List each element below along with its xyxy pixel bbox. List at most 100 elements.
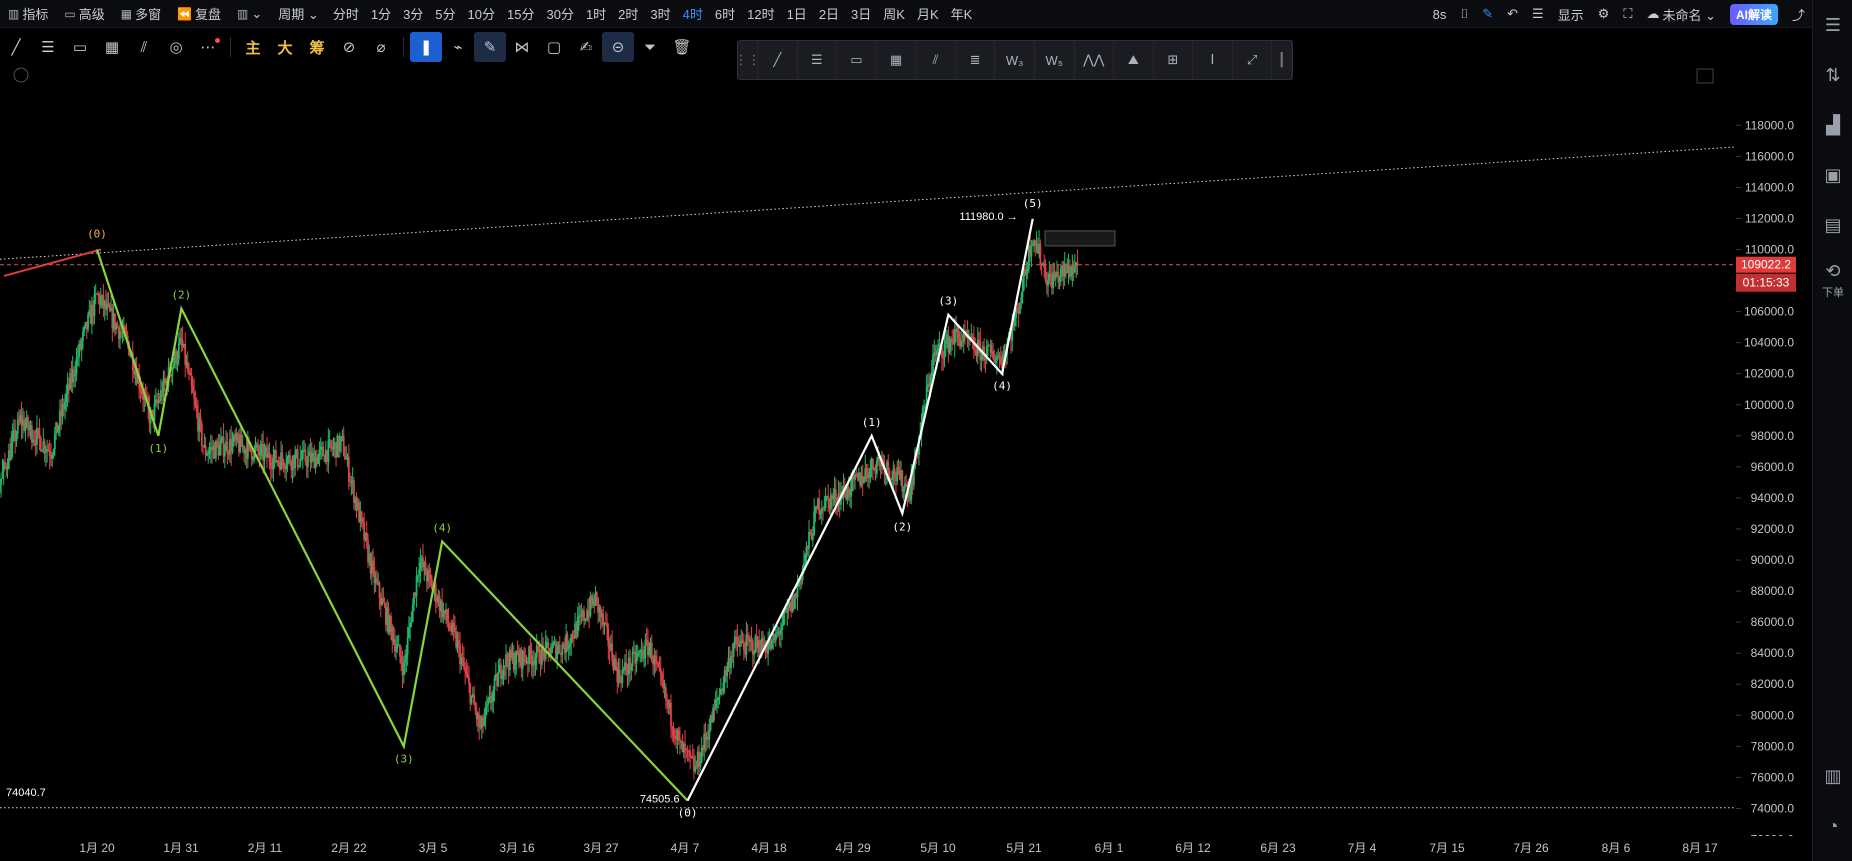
period-3[interactable]: 5分 bbox=[429, 0, 461, 28]
y-tick-label: 94000.0 bbox=[1751, 491, 1795, 505]
trash-icon[interactable]: 🗑 bbox=[666, 32, 698, 62]
advanced-button[interactable]: ▭ 高级 bbox=[56, 0, 112, 28]
candle-body bbox=[153, 403, 156, 421]
period-4[interactable]: 10分 bbox=[462, 0, 501, 28]
ruler-icon[interactable]: ⌁ bbox=[442, 32, 474, 62]
period-15[interactable]: 3日 bbox=[845, 0, 877, 28]
drawn-rectangle[interactable] bbox=[1044, 230, 1116, 247]
display-button[interactable]: 显示 bbox=[1551, 5, 1591, 24]
candle-body bbox=[1030, 245, 1033, 257]
ai-button[interactable]: AI解读 bbox=[1723, 3, 1785, 25]
candle-body bbox=[376, 578, 378, 583]
period-14[interactable]: 2日 bbox=[813, 0, 845, 28]
chart-type-button[interactable]: ▥ ⌄ bbox=[229, 0, 270, 28]
period-8[interactable]: 2时 bbox=[612, 0, 644, 28]
pen-icon[interactable]: ✎ bbox=[474, 32, 506, 62]
period-18[interactable]: 年K bbox=[945, 0, 979, 28]
candle-body bbox=[483, 718, 486, 726]
period-13[interactable]: 1日 bbox=[781, 0, 813, 28]
candle-body bbox=[741, 640, 744, 644]
headset-icon[interactable]: ◔ bbox=[1813, 801, 1852, 851]
maximize-icon[interactable] bbox=[1696, 68, 1714, 84]
settings-icon[interactable]: ⚙ bbox=[1591, 6, 1617, 22]
candle-body bbox=[1074, 266, 1076, 273]
depth-chart-icon[interactable]: ▟ bbox=[1813, 100, 1852, 150]
period-6[interactable]: 30分 bbox=[540, 0, 579, 28]
refresh-interval[interactable]: 8s bbox=[1426, 7, 1454, 22]
period-16[interactable]: 周K bbox=[877, 0, 911, 28]
cloud-layout-dropdown[interactable]: ☁ 未命名 ⌄ bbox=[1639, 5, 1723, 24]
candle-body bbox=[650, 642, 653, 662]
period-dropdown[interactable]: 周期 ⌄ bbox=[270, 0, 327, 28]
candle-body bbox=[551, 645, 553, 653]
period-0[interactable]: 分时 bbox=[327, 0, 365, 28]
place-order-button[interactable]: ⟲ 下单 bbox=[1813, 250, 1852, 310]
magnet-icon[interactable]: ⋈ bbox=[506, 32, 538, 62]
monitor-icon[interactable]: ▣ bbox=[1813, 150, 1852, 200]
clipboard-icon[interactable]: ▢ bbox=[538, 32, 570, 62]
wave-white-label: (2) bbox=[892, 520, 912, 533]
more-tools-icon[interactable]: ⋯ bbox=[192, 32, 224, 62]
wave-green-label: (0) bbox=[87, 228, 107, 241]
candle-body bbox=[636, 653, 639, 656]
candle-body bbox=[11, 435, 14, 444]
erase-icon[interactable]: ⌀ bbox=[365, 32, 397, 62]
candlestick-chart[interactable]: 72000.074000.076000.078000.080000.082000… bbox=[0, 64, 1812, 836]
period-5[interactable]: 15分 bbox=[501, 0, 540, 28]
candle-body bbox=[999, 356, 1002, 364]
period-2[interactable]: 3分 bbox=[397, 0, 429, 28]
elliott-wave-white-path[interactable] bbox=[686, 218, 1034, 802]
large-order-button[interactable]: 大 bbox=[269, 32, 301, 62]
candle-body bbox=[797, 583, 800, 587]
edit-icon[interactable]: ✍ bbox=[570, 32, 602, 62]
period-1[interactable]: 1分 bbox=[365, 0, 397, 28]
horizontal-lines-icon[interactable]: ☰ bbox=[32, 32, 64, 62]
candle-body bbox=[296, 449, 299, 467]
share-icon[interactable]: ⤴ bbox=[1785, 5, 1812, 24]
compare-icon[interactable]: ⊘ bbox=[333, 32, 365, 62]
period-10[interactable]: 4时 bbox=[677, 0, 709, 28]
period-12[interactable]: 12时 bbox=[741, 0, 780, 28]
trend-line[interactable] bbox=[0, 146, 1735, 260]
time-axis[interactable]: 1月 20 1月 31 2月 11 2月 22 3月 5 3月 16 3月 27 4月 7 4月… bbox=[0, 836, 1812, 861]
line-tool-icon[interactable]: ╱ bbox=[0, 32, 32, 62]
last-price-tag: 109022.2 01:15:33 bbox=[1736, 256, 1796, 292]
collapse-icon[interactable] bbox=[13, 67, 29, 83]
period-9[interactable]: 3时 bbox=[644, 0, 676, 28]
candle-body bbox=[254, 447, 257, 449]
price-axis[interactable]: 72000.074000.076000.078000.080000.082000… bbox=[1736, 118, 1794, 836]
multi-window-button[interactable]: ▦ 多窗 bbox=[113, 0, 169, 28]
order-book-icon[interactable]: ⇅ bbox=[1813, 50, 1852, 100]
replay-button[interactable]: ⏪ 复盘 bbox=[169, 0, 229, 28]
candle-body bbox=[263, 450, 266, 461]
layout-icon[interactable]: ▥ bbox=[1813, 751, 1852, 801]
indicators-button[interactable]: ▥ 指标 bbox=[0, 0, 56, 28]
candle-body bbox=[1013, 317, 1016, 327]
period-11[interactable]: 6时 bbox=[709, 0, 741, 28]
notes-icon[interactable]: ☰ bbox=[1813, 0, 1852, 50]
pattern-tool-icon[interactable]: ▦ bbox=[96, 32, 128, 62]
fib-tool-icon[interactable]: ⫽ bbox=[128, 32, 160, 62]
pencil-icon[interactable]: ✎ bbox=[1475, 6, 1500, 22]
candle-body bbox=[1070, 274, 1072, 277]
circle-tool-icon[interactable]: ◎ bbox=[160, 32, 192, 62]
elliott-wave-white[interactable] bbox=[686, 218, 1034, 802]
list-icon[interactable]: ☰ bbox=[1525, 6, 1551, 22]
chip-distribution-button[interactable]: 筹 bbox=[301, 32, 333, 62]
camera-icon[interactable]: ⌷ bbox=[1453, 6, 1475, 22]
red-trend-segment[interactable] bbox=[3, 248, 102, 277]
undo-icon[interactable]: ↶ bbox=[1500, 6, 1525, 22]
last-price-text: 109022.2 bbox=[1741, 258, 1791, 272]
period-17[interactable]: 月K bbox=[911, 0, 945, 28]
filter-icon[interactable]: ⏷ bbox=[634, 32, 666, 62]
rectangle-tool-icon[interactable]: ▭ bbox=[64, 32, 96, 62]
period-7[interactable]: 1时 bbox=[580, 0, 612, 28]
bookmark-icon[interactable]: ❚ bbox=[410, 32, 442, 62]
candle-body bbox=[502, 665, 505, 676]
link-icon[interactable]: ⊝ bbox=[602, 32, 634, 62]
calendar-icon[interactable]: ▤ bbox=[1813, 200, 1852, 250]
candle-body bbox=[171, 368, 174, 377]
fullscreen-icon[interactable]: ⛶ bbox=[1616, 6, 1639, 22]
main-indicator-button[interactable]: 主 bbox=[237, 32, 269, 62]
y-tick-label: 104000.0 bbox=[1744, 336, 1794, 350]
